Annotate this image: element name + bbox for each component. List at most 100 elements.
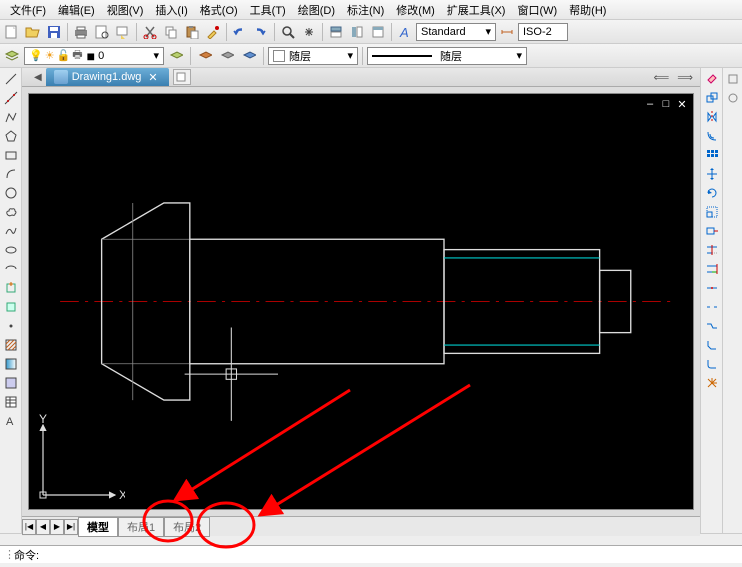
design-center-button[interactable] xyxy=(347,22,367,42)
layer-dropdown[interactable]: 💡 ☀ 🔓 🖶 ■ 0 ▾ xyxy=(24,47,164,65)
break-at-point-tool[interactable] xyxy=(703,279,721,297)
publish-button[interactable] xyxy=(113,22,133,42)
cut-button[interactable] xyxy=(140,22,160,42)
extend-tool[interactable] xyxy=(703,260,721,278)
erase-tool[interactable] xyxy=(703,70,721,88)
layer-iso-button[interactable] xyxy=(217,46,237,66)
fillet-tool[interactable] xyxy=(703,355,721,373)
layer-prev-button[interactable] xyxy=(166,46,186,66)
layer-properties-button[interactable] xyxy=(2,46,22,66)
menu-window[interactable]: 窗口(W) xyxy=(511,0,563,20)
arc-tool[interactable] xyxy=(2,165,20,183)
layout1-tab[interactable]: 布局1 xyxy=(118,517,164,537)
stretch-tool[interactable] xyxy=(703,222,721,240)
extra-tool-2[interactable] xyxy=(724,89,742,107)
copy-tool[interactable] xyxy=(703,89,721,107)
close-window-button[interactable]: ✕ xyxy=(675,98,689,110)
open-button[interactable] xyxy=(23,22,43,42)
array-tool[interactable] xyxy=(703,146,721,164)
polygon-tool[interactable] xyxy=(2,127,20,145)
dim-style-button[interactable] xyxy=(497,22,517,42)
menu-file[interactable]: 文件(F) xyxy=(4,0,52,20)
menu-extend[interactable]: 扩展工具(X) xyxy=(441,0,512,20)
copy-button[interactable] xyxy=(161,22,181,42)
new-tab-button[interactable] xyxy=(173,69,191,85)
drawing-content xyxy=(29,94,693,509)
document-tab[interactable]: Drawing1.dwg ✕ xyxy=(46,68,169,86)
region-tool[interactable] xyxy=(2,374,20,392)
break-tool[interactable] xyxy=(703,298,721,316)
layout2-tab[interactable]: 布局2 xyxy=(164,517,210,537)
hatch-tool[interactable] xyxy=(2,336,20,354)
first-tab-button[interactable]: |◀ xyxy=(22,519,36,535)
insert-block-tool[interactable] xyxy=(2,279,20,297)
explode-tool[interactable] xyxy=(703,374,721,392)
text-style-dropdown[interactable]: Standard▾ xyxy=(416,23,496,41)
maximize-button[interactable]: □ xyxy=(659,98,673,110)
construction-line-tool[interactable] xyxy=(2,89,20,107)
save-button[interactable] xyxy=(44,22,64,42)
line-tool[interactable] xyxy=(2,70,20,88)
redo-button[interactable] xyxy=(251,22,271,42)
menu-format[interactable]: 格式(O) xyxy=(194,0,244,20)
circle-tool[interactable] xyxy=(2,184,20,202)
dim-style-dropdown[interactable]: ISO-2 xyxy=(518,23,568,41)
layer-off-button[interactable] xyxy=(239,46,259,66)
linetype-dropdown[interactable]: 随层 ▾ xyxy=(367,47,527,65)
menu-insert[interactable]: 插入(I) xyxy=(149,0,193,20)
minimize-button[interactable]: – xyxy=(643,98,657,110)
undo-button[interactable] xyxy=(230,22,250,42)
next-tab-button[interactable]: ▶ xyxy=(50,519,64,535)
join-tool[interactable] xyxy=(703,317,721,335)
chamfer-tool[interactable] xyxy=(703,336,721,354)
cmd-handle-icon[interactable]: ⋮ xyxy=(4,548,14,561)
tab-prev-button[interactable]: ◀ xyxy=(30,72,46,83)
toolpalettes-button[interactable] xyxy=(368,22,388,42)
command-line[interactable]: ⋮ 命令: xyxy=(0,545,742,563)
print-button[interactable] xyxy=(71,22,91,42)
move-tool[interactable] xyxy=(703,165,721,183)
ellipse-tool[interactable] xyxy=(2,241,20,259)
match-props-button[interactable] xyxy=(203,22,223,42)
view-back-button[interactable]: ⟸ xyxy=(650,71,672,84)
scale-tool[interactable] xyxy=(703,203,721,221)
mirror-tool[interactable] xyxy=(703,108,721,126)
ellipse-arc-tool[interactable] xyxy=(2,260,20,278)
gradient-tool[interactable] xyxy=(2,355,20,373)
make-block-tool[interactable] xyxy=(2,298,20,316)
new-button[interactable] xyxy=(2,22,22,42)
revision-cloud-tool[interactable] xyxy=(2,203,20,221)
extra-tool-1[interactable] xyxy=(724,70,742,88)
close-tab-button[interactable]: ✕ xyxy=(145,71,160,84)
print-preview-button[interactable] xyxy=(92,22,112,42)
menu-edit[interactable]: 编辑(E) xyxy=(52,0,101,20)
table-tool[interactable] xyxy=(2,393,20,411)
menu-help[interactable]: 帮助(H) xyxy=(563,0,612,20)
spline-tool[interactable] xyxy=(2,222,20,240)
menu-annotate[interactable]: 标注(N) xyxy=(341,0,390,20)
color-dropdown[interactable]: 随层 ▾ xyxy=(268,47,358,65)
drawing-viewport[interactable]: – □ ✕ xyxy=(28,93,694,510)
zoom-button[interactable] xyxy=(278,22,298,42)
mtext-tool[interactable]: A xyxy=(2,412,20,430)
menu-draw[interactable]: 绘图(D) xyxy=(292,0,341,20)
last-tab-button[interactable]: ▶| xyxy=(64,519,78,535)
point-tool[interactable] xyxy=(2,317,20,335)
pan-button[interactable] xyxy=(299,22,319,42)
offset-tool[interactable] xyxy=(703,127,721,145)
rectangle-tool[interactable] xyxy=(2,146,20,164)
properties-button[interactable] xyxy=(326,22,346,42)
polyline-tool[interactable] xyxy=(2,108,20,126)
paste-button[interactable] xyxy=(182,22,202,42)
rotate-tool[interactable] xyxy=(703,184,721,202)
prev-tab-button[interactable]: ◀ xyxy=(36,519,50,535)
model-tab[interactable]: 模型 xyxy=(78,517,118,537)
trim-tool[interactable] xyxy=(703,241,721,259)
text-style-button[interactable]: A xyxy=(395,22,415,42)
menu-modify[interactable]: 修改(M) xyxy=(390,0,441,20)
menu-view[interactable]: 视图(V) xyxy=(101,0,150,20)
menu-tools[interactable]: 工具(T) xyxy=(244,0,292,20)
main-area: A ◀ Drawing1.dwg ✕ ⟸ ⟹ – □ ✕ xyxy=(0,68,742,533)
layer-state-button[interactable] xyxy=(195,46,215,66)
view-forward-button[interactable]: ⟹ xyxy=(674,71,696,84)
